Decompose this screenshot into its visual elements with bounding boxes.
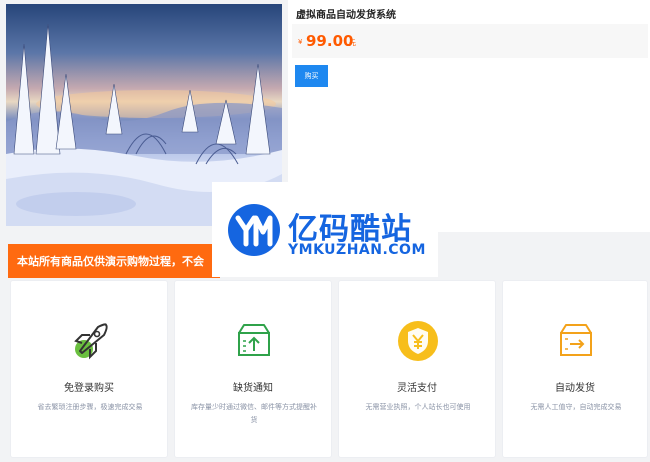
watermark: 亿码酷站 YMKUZHAN.COM [212,182,438,277]
notice-bar: 本站所有商品仅供演示购物过程，不会 [8,244,220,278]
product-title: 虚拟商品自动发货系统 [296,10,396,21]
price-unit: 元 [349,39,356,47]
feature-card-no-login: 免登录购买 省去繁琐注册步骤，极速完成交易 [10,280,168,458]
rocket-icon [74,323,108,360]
feature-card-auto-delivery: 自动发货 无需人工值守，自动完成交易 [502,280,648,458]
product-page: 虚拟商品自动发货系统 ¥ 99.00 元 购买 本站所有商品仅供演示购物过程，不… [0,0,650,462]
price-box: ¥ 99.00 元 [292,24,648,58]
feature-title: 免登录购买 [64,383,114,394]
feature-title: 缺货通知 [233,383,273,394]
feature-desc: 无需营业执照，个人站长也可使用 [365,403,471,411]
feature-desc: 省去繁琐注册步骤，极速完成交易 [37,403,143,411]
box-delivery-icon [560,324,592,356]
price-amount: 99.00 [306,32,354,50]
notice-text: 本站所有商品仅供演示购物过程，不会 [17,255,204,268]
feature-card-stock-notice: 缺货通知 库存量少时通过微信、邮件等方式提醒补货 [174,280,332,458]
feature-desc: 库存量少时通过微信、邮件等方式提醒补货 [191,403,317,424]
price-currency: ¥ [298,38,303,46]
box-upload-icon [238,324,270,356]
ymkuzhan-logo-icon [228,204,280,256]
watermark-subtitle: YMKUZHAN.COM [288,242,426,258]
feature-title: 灵活支付 [397,383,437,394]
feature-card-flexible-payment: 灵活支付 无需营业执照，个人站长也可使用 [338,280,496,458]
yen-shield-icon [398,321,438,361]
feature-title: 自动发货 [555,383,595,394]
buy-button[interactable]: 购买 [295,65,328,87]
feature-desc: 无需人工值守，自动完成交易 [530,403,622,411]
